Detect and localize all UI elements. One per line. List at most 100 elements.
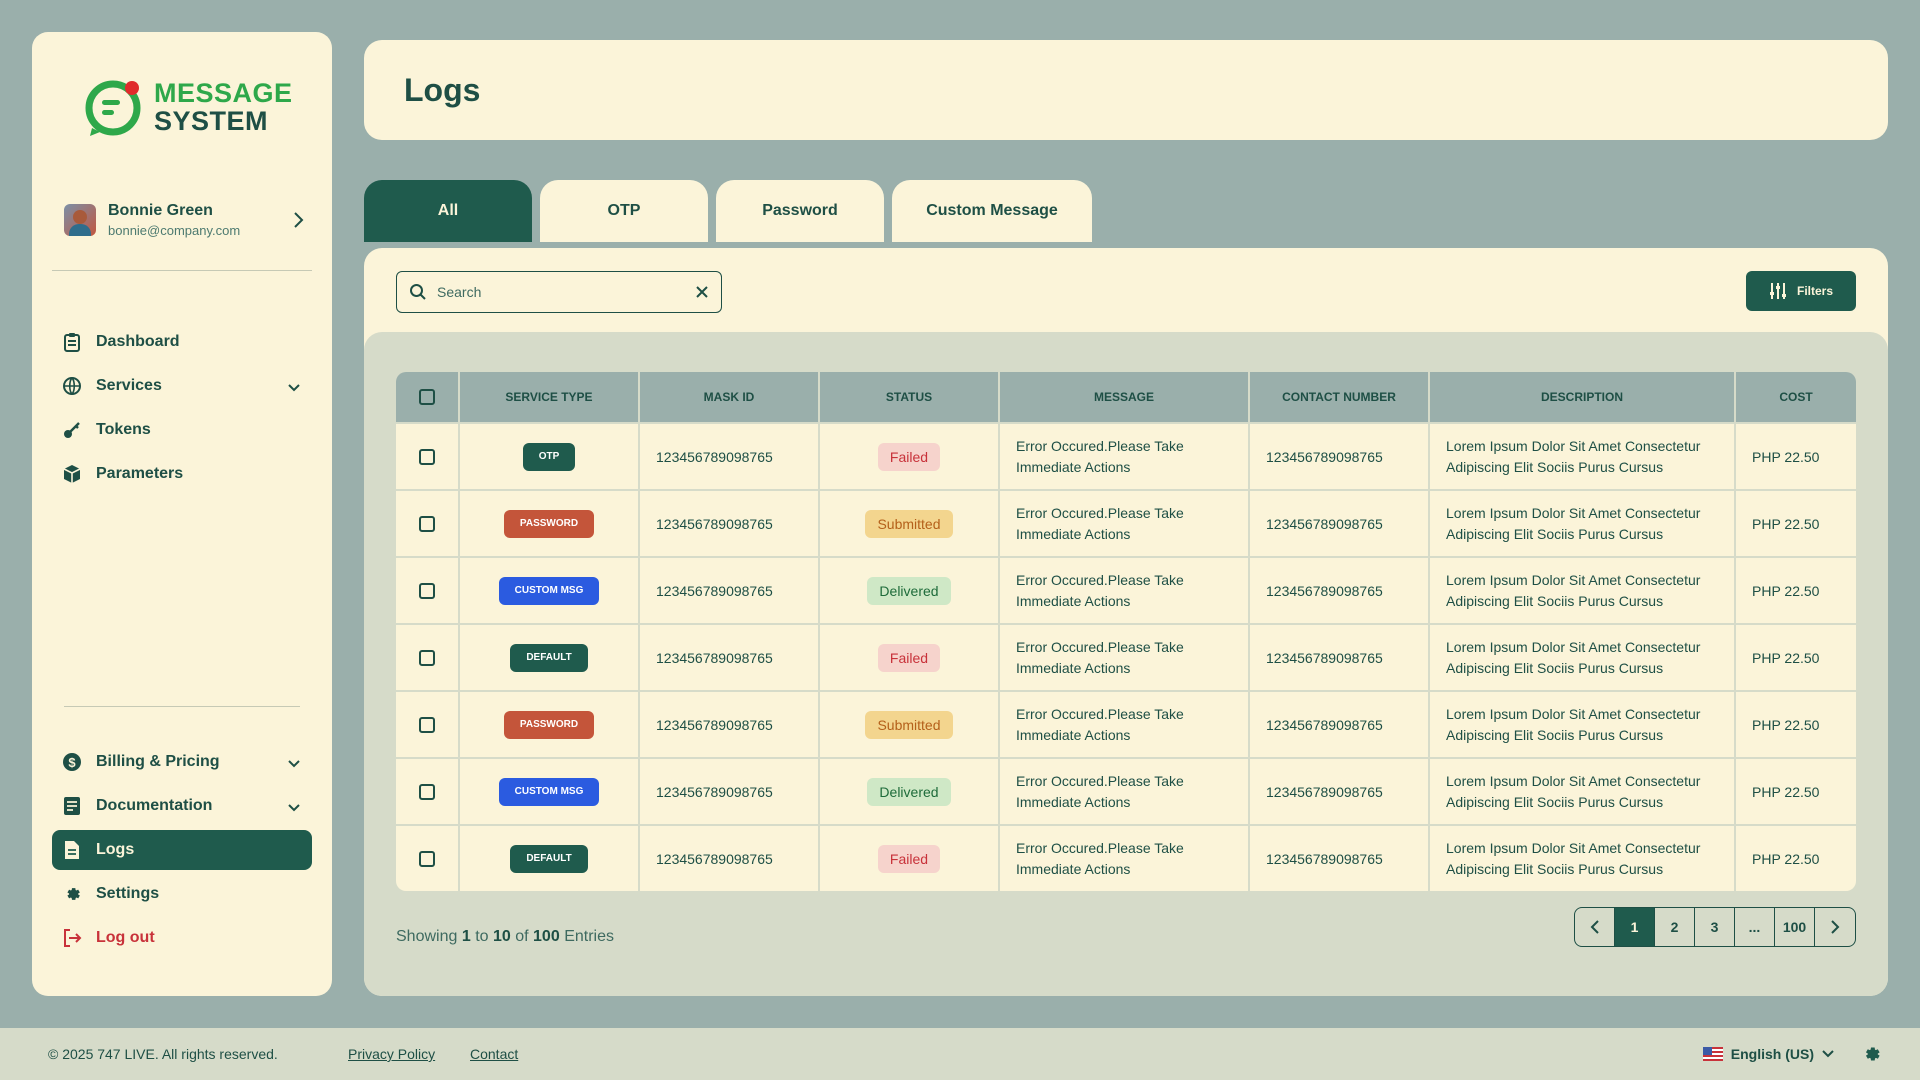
contact-number-cell: 123456789098765 bbox=[1250, 623, 1430, 690]
showing-suffix: Entries bbox=[564, 928, 614, 945]
footer: © 2025 747 LIVE. All rights reserved. Pr… bbox=[0, 1028, 1920, 1080]
contact-link[interactable]: Contact bbox=[470, 1046, 518, 1062]
status-badge: Delivered bbox=[867, 777, 951, 806]
status-cell: Submitted bbox=[820, 690, 1000, 757]
page-button-1[interactable]: 1 bbox=[1615, 908, 1655, 946]
search-input[interactable] bbox=[437, 284, 695, 300]
row-checkbox[interactable] bbox=[419, 851, 435, 868]
table-row[interactable]: DEFAULT 123456789098765 Failed Error Occure… bbox=[396, 824, 1856, 891]
cost-cell: PHP 22.50 bbox=[1736, 422, 1856, 489]
tab-all[interactable]: All bbox=[364, 180, 532, 242]
table-row[interactable]: OTP 123456789098765 Failed Error Occured.Pl… bbox=[396, 422, 1856, 489]
table-row[interactable]: CUSTOM MSG 123456789098765 Delivered Error … bbox=[396, 757, 1856, 824]
cost-cell: PHP 22.50 bbox=[1736, 690, 1856, 757]
log-tabs: All OTP Password Custom Message bbox=[364, 180, 1092, 242]
status-cell: Submitted bbox=[820, 489, 1000, 556]
entries-summary: Showing 1 to 10 of 100 Entries bbox=[396, 928, 614, 946]
showing-of-word: of bbox=[515, 928, 529, 945]
row-select-cell bbox=[396, 824, 460, 891]
sidebar-item-billing-and-pricing[interactable]: $ Billing & Pricing bbox=[52, 742, 312, 782]
contact-number-cell: 123456789098765 bbox=[1250, 556, 1430, 623]
message-cell: Error Occured.Please Take Immediate Acti… bbox=[1000, 556, 1250, 623]
sidebar-item-log-out[interactable]: Log out bbox=[52, 918, 312, 958]
search-box[interactable] bbox=[396, 271, 722, 313]
description-cell: Lorem Ipsum Dolor Sit Amet Consectetur A… bbox=[1430, 422, 1736, 489]
privacy-policy-link[interactable]: Privacy Policy bbox=[348, 1046, 435, 1062]
row-checkbox[interactable] bbox=[419, 650, 435, 667]
description-cell: Lorem Ipsum Dolor Sit Amet Consectetur A… bbox=[1430, 489, 1736, 556]
description-cell: Lorem Ipsum Dolor Sit Amet Consectetur A… bbox=[1430, 824, 1736, 891]
sidebar-item-dashboard[interactable]: Dashboard bbox=[52, 322, 312, 362]
status-cell: Failed bbox=[820, 824, 1000, 891]
status-badge: Failed bbox=[877, 643, 941, 672]
dollar-icon: $ bbox=[62, 752, 82, 772]
row-checkbox[interactable] bbox=[419, 583, 435, 600]
language-selector[interactable]: English (US) bbox=[1702, 1046, 1834, 1062]
table-body: OTP 123456789098765 Failed Error Occured.Pl… bbox=[396, 422, 1856, 891]
page-button-3[interactable]: 3 bbox=[1695, 908, 1735, 946]
sidebar-item-settings[interactable]: Settings bbox=[52, 874, 312, 914]
column-header-cost: COST bbox=[1736, 372, 1856, 422]
row-select-cell bbox=[396, 556, 460, 623]
sidebar-item-services[interactable]: Services bbox=[52, 366, 312, 406]
description-cell: Lorem Ipsum Dolor Sit Amet Consectetur A… bbox=[1430, 623, 1736, 690]
status-cell: Failed bbox=[820, 422, 1000, 489]
status-cell: Delivered bbox=[820, 556, 1000, 623]
cube-icon bbox=[62, 464, 82, 484]
row-checkbox[interactable] bbox=[419, 784, 435, 801]
row-checkbox[interactable] bbox=[419, 449, 435, 466]
main-nav: Dashboard Services Tokens Parameters bbox=[52, 322, 312, 498]
brand-logo[interactable]: MESSAGE SYSTEM bbox=[84, 76, 293, 138]
chevron-right-icon bbox=[1831, 920, 1840, 934]
service-type-cell: DEFAULT bbox=[460, 623, 640, 690]
contact-number-cell: 123456789098765 bbox=[1250, 422, 1430, 489]
service-type-cell: PASSWORD bbox=[460, 489, 640, 556]
service-type-badge: OTP bbox=[522, 442, 576, 471]
status-badge: Failed bbox=[877, 442, 941, 471]
tab-password[interactable]: Password bbox=[716, 180, 884, 242]
sidebar-item-label: Services bbox=[96, 377, 162, 394]
gear-icon[interactable] bbox=[1860, 1043, 1882, 1065]
service-type-badge: CUSTOM MSG bbox=[498, 777, 600, 806]
column-header-contact-number: CONTACT NUMBER bbox=[1250, 372, 1430, 422]
logs-table: SERVICE TYPE MASK ID STATUS MESSAGE CONTACT … bbox=[396, 372, 1856, 891]
next-page-button[interactable] bbox=[1815, 908, 1855, 946]
sidebar-item-tokens[interactable]: Tokens bbox=[52, 410, 312, 450]
brand-name: MESSAGE SYSTEM bbox=[154, 79, 293, 135]
filters-button[interactable]: Filters bbox=[1746, 271, 1856, 311]
mask-id-cell: 123456789098765 bbox=[640, 556, 820, 623]
table-row[interactable]: PASSWORD 123456789098765 Submitted Error Oc… bbox=[396, 690, 1856, 757]
showing-to-word: to bbox=[475, 928, 489, 945]
table-header-row: SERVICE TYPE MASK ID STATUS MESSAGE CONTACT … bbox=[396, 372, 1856, 422]
sidebar-item-logs[interactable]: Logs bbox=[52, 830, 312, 870]
select-all-checkbox[interactable] bbox=[419, 389, 435, 405]
sliders-icon bbox=[1769, 283, 1786, 299]
prev-page-button[interactable] bbox=[1575, 908, 1615, 946]
sidebar-item-label: Log out bbox=[96, 929, 155, 946]
tab-otp[interactable]: OTP bbox=[540, 180, 708, 242]
user-profile[interactable]: Bonnie Green bonnie@company.com bbox=[64, 198, 304, 242]
service-type-cell: CUSTOM MSG bbox=[460, 556, 640, 623]
row-checkbox[interactable] bbox=[419, 717, 435, 734]
clear-icon[interactable] bbox=[695, 285, 709, 299]
cost-cell: PHP 22.50 bbox=[1736, 757, 1856, 824]
sidebar-item-label: Tokens bbox=[96, 421, 151, 438]
row-checkbox[interactable] bbox=[419, 516, 435, 533]
sidebar-divider bbox=[52, 270, 312, 271]
sidebar-item-parameters[interactable]: Parameters bbox=[52, 454, 312, 494]
status-badge: Delivered bbox=[867, 576, 951, 605]
page-button-2[interactable]: 2 bbox=[1655, 908, 1695, 946]
avatar bbox=[64, 204, 96, 236]
sidebar-item-documentation[interactable]: Documentation bbox=[52, 786, 312, 826]
tab-custom-message[interactable]: Custom Message bbox=[892, 180, 1092, 242]
profile-name: Bonnie Green bbox=[108, 202, 213, 219]
copyright: © 2025 747 LIVE. All rights reserved. bbox=[48, 1046, 278, 1062]
table-row[interactable]: DEFAULT 123456789098765 Failed Error Occure… bbox=[396, 623, 1856, 690]
table-row[interactable]: PASSWORD 123456789098765 Submitted Error Oc… bbox=[396, 489, 1856, 556]
table-row[interactable]: CUSTOM MSG 123456789098765 Delivered Error … bbox=[396, 556, 1856, 623]
contact-number-cell: 123456789098765 bbox=[1250, 824, 1430, 891]
description-cell: Lorem Ipsum Dolor Sit Amet Consectetur A… bbox=[1430, 690, 1736, 757]
service-type-badge: DEFAULT bbox=[510, 643, 588, 672]
status-cell: Delivered bbox=[820, 757, 1000, 824]
page-button-100[interactable]: 100 bbox=[1775, 908, 1815, 946]
